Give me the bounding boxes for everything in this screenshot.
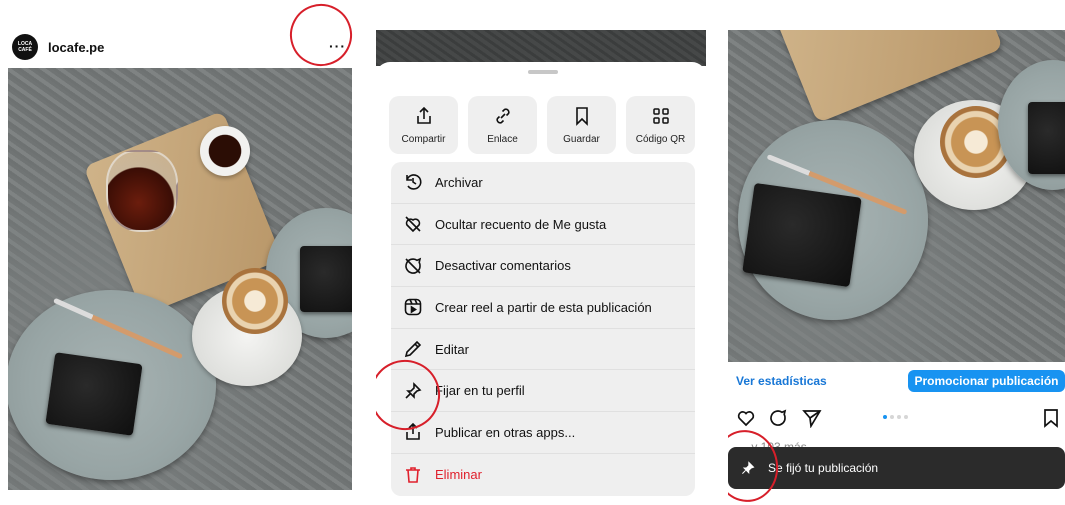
share-icon [416,106,431,124]
username[interactable]: locafe.pe [48,40,104,55]
carousel-dots [883,415,908,419]
view-insights-link[interactable]: Ver estadísticas [736,374,827,388]
menu-item-create-reel[interactable]: Crear reel a partir de esta publicación [391,287,695,329]
share-button[interactable]: Compartir [389,96,458,154]
link-icon [495,108,510,124]
cake-image [45,352,143,436]
menu-item-label: Desactivar comentarios [435,258,571,274]
menu-item-label: Fijar en tu perfil [435,383,525,399]
link-label: Enlace [487,134,518,145]
carousel-dot [904,415,908,419]
options-menu: Archivar Ocultar recuento de Me gusta De… [391,162,695,496]
hide-likes-icon [405,216,421,233]
cake-image [1028,102,1065,174]
reel-icon [404,299,422,316]
promote-post-button[interactable]: Promocionar publicación [908,370,1065,392]
menu-item-label: Ocultar recuento de Me gusta [435,216,607,232]
archive-icon [406,174,422,191]
post-actions [728,404,1065,434]
bookmark-icon [575,107,588,126]
carousel-dot [890,415,894,419]
cake-image [742,182,862,288]
options-panel: Compartir Enlace Guardar Código QR Archi… [376,0,706,505]
toast-message: Se fijó tu publicación [768,461,879,475]
qr-code-label: Código QR [635,134,686,145]
annotation-circle [281,0,360,75]
menu-item-label: Editar [435,341,469,357]
menu-item-hide-likes[interactable]: Ocultar recuento de Me gusta [391,204,695,246]
menu-item-label: Archivar [435,174,483,190]
menu-item-delete[interactable]: Eliminar [391,454,695,496]
sheet-grab-handle[interactable] [528,70,558,74]
post-panel: LOCA CAFÉ locafe.pe ··· [0,0,360,505]
cake-image [300,246,352,312]
pinned-toast: Se fijó tu publicación [728,447,1065,489]
qr-code-button[interactable]: Código QR [626,96,695,154]
qr-code-icon [652,108,669,124]
link-button[interactable]: Enlace [468,96,537,154]
menu-item-disable-comments[interactable]: Desactivar comentarios [391,245,695,288]
annotation-circle [728,424,784,505]
pinned-result-panel: Ver estadísticas Promocionar publicación… [728,0,1065,505]
menu-item-edit[interactable]: Editar [391,329,695,371]
heart-icon[interactable] [736,408,756,428]
latte-cup-image [222,268,288,334]
dimmed-photo-strip [376,30,706,66]
bookmark-icon[interactable] [1042,408,1060,428]
post-photo [8,68,352,490]
post-photo [728,30,1065,362]
coffee-carafe-image [106,150,178,232]
menu-item-label: Eliminar [435,467,482,483]
trash-icon [406,466,420,483]
send-icon[interactable] [802,408,822,428]
menu-item-label: Publicar en otras apps... [435,424,576,440]
save-button[interactable]: Guardar [547,96,616,154]
save-label: Guardar [563,134,600,145]
carousel-dot [897,415,901,419]
share-label: Compartir [401,134,446,145]
menu-item-share-other-apps[interactable]: Publicar en otras apps... [391,412,695,454]
avatar[interactable]: LOCA CAFÉ [12,34,38,60]
comments-off-icon [405,257,422,274]
menu-item-label: Crear reel a partir de esta publicación [435,299,652,315]
black-coffee-cup-image [200,126,250,176]
post-insights-bar: Ver estadísticas Promocionar publicación [728,362,1065,400]
options-sheet: Compartir Enlace Guardar Código QR Archi… [376,62,706,505]
pencil-icon [404,340,422,358]
comment-icon[interactable] [768,408,788,428]
menu-item-archive[interactable]: Archivar [391,162,695,204]
carousel-dot-active [883,415,887,419]
